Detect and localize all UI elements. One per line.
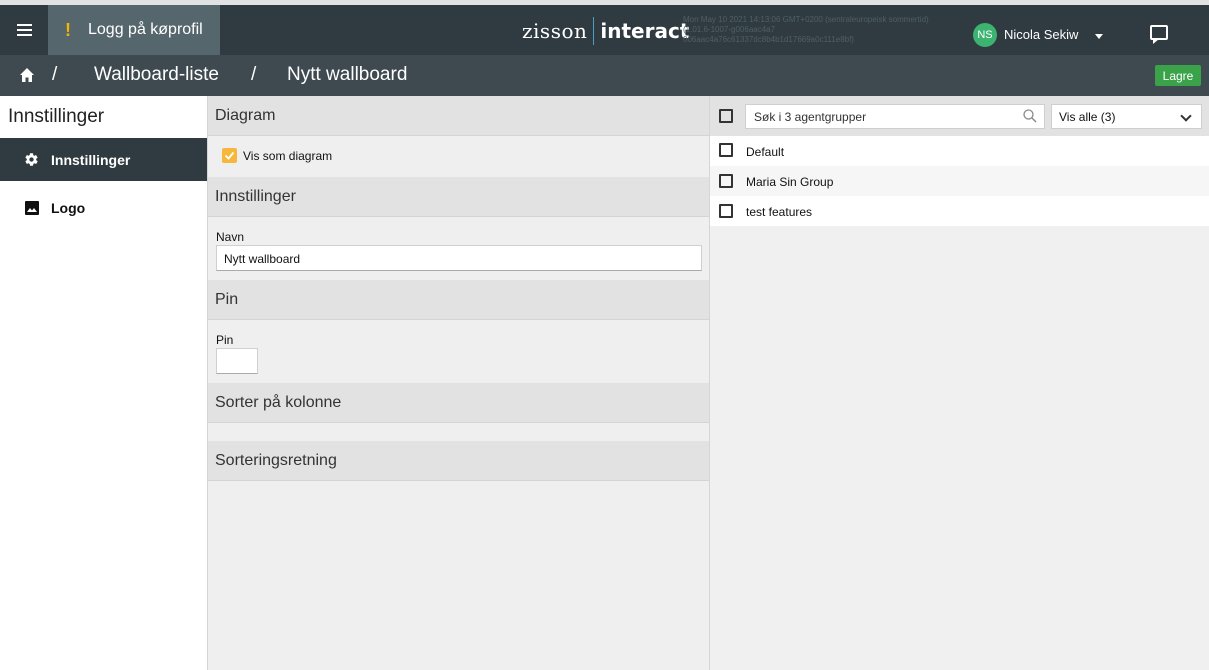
sidebar-item-settings[interactable]: Innstillinger [0, 138, 207, 181]
avatar[interactable]: NS [973, 23, 997, 47]
show-as-diagram-label: Vis som diagram [243, 149, 333, 163]
section-header-diagram: Diagram [208, 96, 709, 136]
sidebar-item-logo[interactable]: Logo [0, 186, 207, 229]
search-input[interactable]: Søk i 3 agentgrupper [745, 104, 1045, 129]
agent-groups-panel: Søk i 3 agentgrupper Vis alle (3) Defaul… [710, 96, 1209, 670]
list-item[interactable]: Maria Sin Group [710, 166, 1209, 196]
brand-divider [593, 17, 595, 45]
group-checkbox[interactable] [719, 143, 733, 157]
sidebar-title: Innstillinger [8, 106, 105, 127]
sidebar-item-label: Innstillinger [51, 151, 131, 168]
section-header-pin: Pin [208, 280, 709, 320]
show-as-diagram-checkbox[interactable] [222, 148, 237, 163]
group-checkbox[interactable] [719, 174, 733, 188]
section-header-settings: Innstillinger [208, 177, 709, 217]
breadcrumb-separator: / [251, 64, 257, 85]
breadcrumb-wallboard-list[interactable]: Wallboard-liste [94, 64, 219, 86]
build-info-line: (1.01.6-1007-g006aac4a7 [683, 25, 776, 34]
image-icon [24, 200, 39, 215]
brand-name-right: interact [600, 19, 690, 43]
filter-select[interactable]: Vis alle (3) [1051, 104, 1202, 129]
breadcrumb: / Wallboard-liste / Nytt wallboard Lagre [0, 55, 1209, 96]
alert-icon: ! [65, 19, 71, 40]
name-label: Navn [216, 230, 245, 244]
home-icon[interactable] [19, 67, 35, 83]
select-all-checkbox[interactable] [719, 109, 733, 123]
gear-icon [24, 152, 39, 167]
user-menu-name[interactable]: Nicola Sekiw [1004, 27, 1078, 42]
caret-down-icon[interactable] [1095, 34, 1103, 39]
settings-panel: Diagram Vis som diagram Innstillinger Na… [207, 96, 710, 670]
queue-login-label: Logg på køprofil [88, 21, 203, 38]
sidebar-item-label: Logo [51, 199, 86, 216]
build-info-line: Mon May 10 2021 14:13:06 GMT+0200 (sentr… [683, 15, 929, 24]
group-checkbox[interactable] [719, 204, 733, 218]
save-button[interactable]: Lagre [1155, 65, 1201, 86]
list-item[interactable]: test features [710, 196, 1209, 226]
brand-logo: zisson interact [522, 15, 689, 47]
search-placeholder: Søk i 3 agentgrupper [754, 110, 867, 124]
queue-login-button[interactable]: ! Logg på køprofil [48, 5, 220, 55]
app-header: ! Logg på køprofil zisson interact Mon M… [0, 5, 1209, 55]
section-header-sort-column[interactable]: Sorter på kolonne [208, 383, 709, 423]
build-info: Mon May 10 2021 14:13:06 GMT+0200 (sentr… [683, 15, 1013, 45]
search-icon[interactable] [1022, 108, 1038, 124]
pin-label: Pin [216, 333, 234, 347]
chat-icon[interactable] [1150, 25, 1168, 44]
breadcrumb-separator: / [52, 64, 58, 85]
group-label: test features [746, 205, 813, 219]
build-info-line: 006aac4a76c61337dc8b4b1d17669a0c111e8bf) [683, 35, 854, 44]
group-label: Default [746, 145, 785, 159]
breadcrumb-current: Nytt wallboard [287, 64, 408, 85]
pin-field[interactable] [216, 348, 258, 374]
agent-groups-toolbar: Søk i 3 agentgrupper Vis alle (3) [710, 96, 1209, 136]
filter-select-value: Vis alle (3) [1059, 110, 1116, 124]
name-field[interactable]: Nytt wallboard [216, 245, 702, 271]
hamburger-menu-icon[interactable] [0, 5, 48, 55]
chevron-down-icon [1180, 110, 1192, 122]
checkmark-icon [224, 151, 235, 160]
sidebar: Innstillinger Innstillinger Logo [0, 96, 207, 670]
list-item[interactable]: Default [710, 136, 1209, 166]
section-header-sort-direction[interactable]: Sorteringsretning [208, 441, 709, 481]
brand-name-left: zisson [522, 19, 588, 43]
group-label: Maria Sin Group [746, 175, 834, 189]
